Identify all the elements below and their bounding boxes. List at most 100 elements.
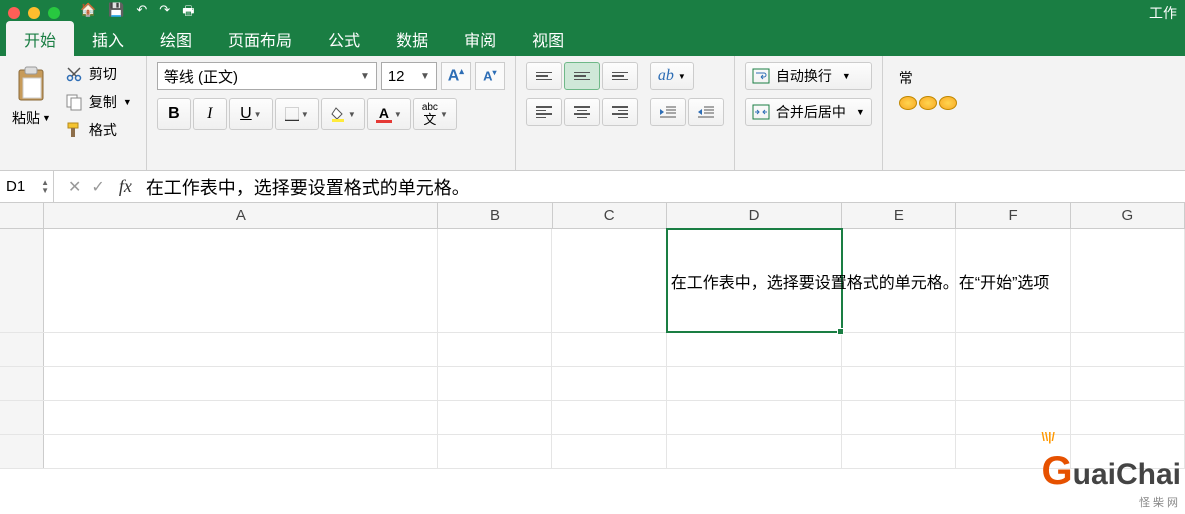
cell-e2[interactable] — [842, 333, 956, 366]
select-all-corner[interactable] — [0, 203, 44, 228]
align-middle-button[interactable] — [564, 62, 600, 90]
formula-input[interactable]: 在工作表中，选择要设置格式的单元格。 — [142, 174, 1185, 200]
cell-d3[interactable] — [667, 367, 842, 400]
cell-g3[interactable] — [1071, 367, 1185, 400]
chevron-down-icon: ▼ — [254, 110, 262, 119]
row-header-1[interactable] — [0, 229, 44, 332]
fx-icon[interactable]: fx — [119, 176, 142, 197]
align-left-button[interactable] — [526, 98, 562, 126]
close-window-button[interactable] — [8, 7, 20, 19]
wrap-text-label: 自动换行 — [776, 66, 832, 86]
chevron-down-icon: ▼ — [440, 110, 448, 119]
row-header-3[interactable] — [0, 367, 44, 400]
group-wrap: 自动换行 ▼ 合并后居中 ▼ — [735, 56, 883, 170]
cell-a4[interactable] — [44, 401, 438, 434]
row-header-5[interactable] — [0, 435, 44, 468]
number-format-combo[interactable]: 常 — [899, 68, 957, 88]
font-size-combo[interactable]: 12 ▼ — [381, 62, 437, 90]
col-header-a[interactable]: A — [44, 203, 438, 228]
font-color-button[interactable]: A▼ — [367, 98, 411, 130]
merge-center-icon — [752, 104, 770, 120]
cell-b3[interactable] — [438, 367, 552, 400]
col-header-d[interactable]: D — [667, 203, 842, 228]
cell-b2[interactable] — [438, 333, 552, 366]
row-header-4[interactable] — [0, 401, 44, 434]
tab-formulas[interactable]: 公式 — [310, 21, 378, 56]
col-header-b[interactable]: B — [438, 203, 552, 228]
cell-a2[interactable] — [44, 333, 438, 366]
cell-g1[interactable] — [1071, 229, 1185, 332]
decrease-indent-icon — [659, 105, 677, 119]
fill-color-button[interactable]: ▼ — [321, 98, 365, 130]
cell-c1[interactable] — [552, 229, 666, 332]
increase-indent-button[interactable] — [688, 98, 724, 126]
cell-c5[interactable] — [552, 435, 666, 468]
col-header-e[interactable]: E — [842, 203, 956, 228]
copy-dropdown-icon[interactable]: ▼ — [123, 97, 132, 107]
traffic-lights — [8, 7, 60, 19]
cell-b4[interactable] — [438, 401, 552, 434]
cut-button[interactable]: 剪切 — [61, 62, 136, 86]
cell-e3[interactable] — [842, 367, 956, 400]
align-center-button[interactable] — [564, 98, 600, 126]
cell-c4[interactable] — [552, 401, 666, 434]
cancel-formula-button[interactable]: ✕ — [68, 177, 81, 197]
col-header-g[interactable]: G — [1071, 203, 1185, 228]
cell-a3[interactable] — [44, 367, 438, 400]
increase-indent-icon — [697, 105, 715, 119]
namebox-stepper-icon[interactable]: ▲▼ — [41, 179, 53, 195]
col-header-c[interactable]: C — [553, 203, 667, 228]
cell-f3[interactable] — [956, 367, 1070, 400]
cell-e4[interactable] — [842, 401, 956, 434]
shrink-font-button[interactable]: A▾ — [475, 62, 505, 90]
cell-d4[interactable] — [667, 401, 842, 434]
fill-handle[interactable] — [837, 328, 844, 335]
paste-button[interactable]: 粘贴▼ — [10, 62, 53, 142]
tab-draw[interactable]: 绘图 — [142, 21, 210, 56]
minimize-window-button[interactable] — [28, 7, 40, 19]
align-top-button[interactable] — [526, 62, 562, 90]
cell-e5[interactable] — [842, 435, 956, 468]
wrap-text-button[interactable]: 自动换行 ▼ — [745, 62, 872, 90]
italic-button[interactable]: I — [193, 98, 227, 130]
cell-a1[interactable] — [44, 229, 438, 332]
cell-c3[interactable] — [552, 367, 666, 400]
font-name-combo[interactable]: 等线 (正文) ▼ — [157, 62, 377, 90]
decrease-indent-button[interactable] — [650, 98, 686, 126]
cell-d1-content: 在工作表中，选择要设置格式的单元格。在“开始”选项 — [671, 269, 1050, 293]
cell-d5[interactable] — [667, 435, 842, 468]
column-headers: A B C D E F G — [0, 203, 1185, 229]
bold-button[interactable]: B — [157, 98, 191, 130]
cell-c2[interactable] — [552, 333, 666, 366]
phonetic-guide-button[interactable]: abc文▼ — [413, 98, 457, 130]
col-header-f[interactable]: F — [956, 203, 1070, 228]
tab-data[interactable]: 数据 — [378, 21, 446, 56]
tab-insert[interactable]: 插入 — [74, 21, 142, 56]
borders-button[interactable]: ▼ — [275, 98, 319, 130]
format-painter-button[interactable]: 格式 — [61, 118, 136, 142]
align-right-button[interactable] — [602, 98, 638, 126]
align-bottom-button[interactable] — [602, 62, 638, 90]
grow-font-button[interactable]: A▴ — [441, 62, 471, 90]
orientation-button[interactable]: ab▼ — [650, 62, 694, 90]
worksheet-grid[interactable]: A B C D E F G 在工作表中，选择要设置格式的单元格。在“开始”选项 — [0, 203, 1185, 469]
copy-button[interactable]: 复制 ▼ — [61, 90, 136, 114]
cell-f2[interactable] — [956, 333, 1070, 366]
row-header-2[interactable] — [0, 333, 44, 366]
cell-d1[interactable]: 在工作表中，选择要设置格式的单元格。在“开始”选项 — [667, 229, 842, 332]
zoom-window-button[interactable] — [48, 7, 60, 19]
paste-dropdown-icon[interactable]: ▼ — [42, 113, 51, 123]
merge-center-button[interactable]: 合并后居中 ▼ — [745, 98, 872, 126]
cell-b1[interactable] — [438, 229, 552, 332]
name-box[interactable]: D1 ▲▼ — [0, 171, 54, 202]
cell-g2[interactable] — [1071, 333, 1185, 366]
tab-view[interactable]: 视图 — [514, 21, 582, 56]
tab-pagelayout[interactable]: 页面布局 — [210, 21, 310, 56]
cell-a5[interactable] — [44, 435, 438, 468]
enter-formula-button[interactable]: ✓ — [91, 177, 104, 197]
cell-d2[interactable] — [667, 333, 842, 366]
tab-review[interactable]: 审阅 — [446, 21, 514, 56]
underline-button[interactable]: U▼ — [229, 98, 273, 130]
cell-b5[interactable] — [438, 435, 552, 468]
tab-home[interactable]: 开始 — [6, 21, 74, 56]
